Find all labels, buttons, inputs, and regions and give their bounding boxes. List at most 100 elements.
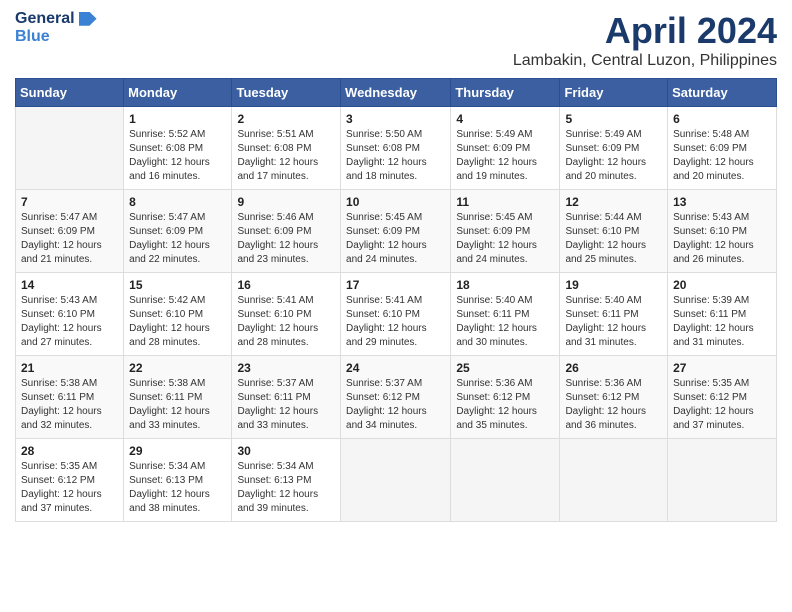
day-number: 10 xyxy=(346,195,445,209)
logo-general-text: General xyxy=(15,10,75,28)
day-info: Sunrise: 5:42 AM Sunset: 6:10 PM Dayligh… xyxy=(129,294,226,350)
day-info: Sunrise: 5:40 AM Sunset: 6:11 PM Dayligh… xyxy=(565,294,662,350)
day-info: Sunrise: 5:36 AM Sunset: 6:12 PM Dayligh… xyxy=(565,377,662,433)
table-row: 6 Sunrise: 5:48 AM Sunset: 6:09 PM Daylig… xyxy=(668,107,777,190)
table-row: 13 Sunrise: 5:43 AM Sunset: 6:10 PM Dayli… xyxy=(668,190,777,273)
day-info: Sunrise: 5:52 AM Sunset: 6:08 PM Dayligh… xyxy=(129,128,226,184)
day-info: Sunrise: 5:45 AM Sunset: 6:09 PM Dayligh… xyxy=(346,211,445,267)
calendar-week-row: 21Sunrise: 5:38 AM Sunset: 6:11 PM Dayli… xyxy=(16,356,777,439)
day-info: Sunrise: 5:38 AM Sunset: 6:11 PM Dayligh… xyxy=(129,377,226,433)
day-number: 22 xyxy=(129,361,226,375)
day-number: 2 xyxy=(237,112,335,126)
table-row: 4Sunrise: 5:49 AM Sunset: 6:09 PM Daylig… xyxy=(451,107,560,190)
day-info: Sunrise: 5:34 AM Sunset: 6:13 PM Dayligh… xyxy=(129,460,226,516)
table-row: 22 Sunrise: 5:38 AM Sunset: 6:11 PM Dayli… xyxy=(124,356,232,439)
calendar-header-row: SundayMondayTuesdayWednesdayThursdayFrid… xyxy=(16,79,777,107)
calendar-header-tuesday: Tuesday xyxy=(232,79,341,107)
table-row: 11Sunrise: 5:45 AM Sunset: 6:09 PM Dayli… xyxy=(451,190,560,273)
day-number: 8 xyxy=(129,195,226,209)
table-row: 28 Sunrise: 5:35 AM Sunset: 6:12 PM Dayli… xyxy=(16,439,124,522)
table-row: 7Sunrise: 5:47 AM Sunset: 6:09 PM Daylig… xyxy=(16,190,124,273)
table-row: 25 Sunrise: 5:36 AM Sunset: 6:12 PM Dayli… xyxy=(451,356,560,439)
day-info: Sunrise: 5:43 AM Sunset: 6:10 PM Dayligh… xyxy=(21,294,118,350)
day-number: 17 xyxy=(346,278,445,292)
table-row: 23 Sunrise: 5:37 AM Sunset: 6:11 PM Dayli… xyxy=(232,356,341,439)
calendar-header-saturday: Saturday xyxy=(668,79,777,107)
calendar-header-monday: Monday xyxy=(124,79,232,107)
day-info: Sunrise: 5:35 AM Sunset: 6:12 PM Dayligh… xyxy=(673,377,771,433)
day-number: 1 xyxy=(129,112,226,126)
table-row xyxy=(560,439,668,522)
table-row xyxy=(451,439,560,522)
day-number: 19 xyxy=(565,278,662,292)
logo-icon xyxy=(79,12,97,26)
day-info: Sunrise: 5:40 AM Sunset: 6:11 PM Dayligh… xyxy=(456,294,554,350)
day-number: 26 xyxy=(565,361,662,375)
day-number: 6 xyxy=(673,112,771,126)
calendar-week-row: 1 Sunrise: 5:52 AM Sunset: 6:08 PM Daylig… xyxy=(16,107,777,190)
table-row xyxy=(668,439,777,522)
table-row: 15 Sunrise: 5:42 AM Sunset: 6:10 PM Dayli… xyxy=(124,273,232,356)
day-number: 5 xyxy=(565,112,662,126)
calendar-week-row: 14 Sunrise: 5:43 AM Sunset: 6:10 PM Dayli… xyxy=(16,273,777,356)
day-info: Sunrise: 5:39 AM Sunset: 6:11 PM Dayligh… xyxy=(673,294,771,350)
day-info: Sunrise: 5:50 AM Sunset: 6:08 PM Dayligh… xyxy=(346,128,445,184)
table-row: 5Sunrise: 5:49 AM Sunset: 6:09 PM Daylig… xyxy=(560,107,668,190)
day-number: 3 xyxy=(346,112,445,126)
day-info: Sunrise: 5:43 AM Sunset: 6:10 PM Dayligh… xyxy=(673,211,771,267)
table-row: 17 Sunrise: 5:41 AM Sunset: 6:10 PM Dayli… xyxy=(341,273,451,356)
day-info: Sunrise: 5:48 AM Sunset: 6:09 PM Dayligh… xyxy=(673,128,771,184)
logo-blue-text: Blue xyxy=(15,28,50,46)
table-row: 1 Sunrise: 5:52 AM Sunset: 6:08 PM Daylig… xyxy=(124,107,232,190)
day-number: 11 xyxy=(456,195,554,209)
day-number: 13 xyxy=(673,195,771,209)
day-info: Sunrise: 5:51 AM Sunset: 6:08 PM Dayligh… xyxy=(237,128,335,184)
table-row: 16Sunrise: 5:41 AM Sunset: 6:10 PM Dayli… xyxy=(232,273,341,356)
day-info: Sunrise: 5:37 AM Sunset: 6:12 PM Dayligh… xyxy=(346,377,445,433)
table-row: 8Sunrise: 5:47 AM Sunset: 6:09 PM Daylig… xyxy=(124,190,232,273)
calendar-header-friday: Friday xyxy=(560,79,668,107)
table-row: 30 Sunrise: 5:34 AM Sunset: 6:13 PM Dayli… xyxy=(232,439,341,522)
day-info: Sunrise: 5:35 AM Sunset: 6:12 PM Dayligh… xyxy=(21,460,118,516)
day-info: Sunrise: 5:44 AM Sunset: 6:10 PM Dayligh… xyxy=(565,211,662,267)
calendar-table: SundayMondayTuesdayWednesdayThursdayFrid… xyxy=(15,78,777,522)
title-section: April 2024 Lambakin, Central Luzon, Phil… xyxy=(513,10,777,70)
day-number: 16 xyxy=(237,278,335,292)
calendar-week-row: 7Sunrise: 5:47 AM Sunset: 6:09 PM Daylig… xyxy=(16,190,777,273)
table-row: 21Sunrise: 5:38 AM Sunset: 6:11 PM Dayli… xyxy=(16,356,124,439)
day-number: 30 xyxy=(237,444,335,458)
day-number: 14 xyxy=(21,278,118,292)
table-row: 2 Sunrise: 5:51 AM Sunset: 6:08 PM Daylig… xyxy=(232,107,341,190)
table-row: 24 Sunrise: 5:37 AM Sunset: 6:12 PM Dayli… xyxy=(341,356,451,439)
day-number: 23 xyxy=(237,361,335,375)
day-number: 4 xyxy=(456,112,554,126)
day-number: 27 xyxy=(673,361,771,375)
table-row: 3 Sunrise: 5:50 AM Sunset: 6:08 PM Daylig… xyxy=(341,107,451,190)
day-number: 20 xyxy=(673,278,771,292)
table-row xyxy=(341,439,451,522)
calendar-header-wednesday: Wednesday xyxy=(341,79,451,107)
day-number: 25 xyxy=(456,361,554,375)
day-info: Sunrise: 5:47 AM Sunset: 6:09 PM Dayligh… xyxy=(21,211,118,267)
day-number: 15 xyxy=(129,278,226,292)
day-info: Sunrise: 5:36 AM Sunset: 6:12 PM Dayligh… xyxy=(456,377,554,433)
day-info: Sunrise: 5:41 AM Sunset: 6:10 PM Dayligh… xyxy=(346,294,445,350)
table-row xyxy=(16,107,124,190)
day-number: 28 xyxy=(21,444,118,458)
day-info: Sunrise: 5:37 AM Sunset: 6:11 PM Dayligh… xyxy=(237,377,335,433)
table-row: 26 Sunrise: 5:36 AM Sunset: 6:12 PM Dayli… xyxy=(560,356,668,439)
table-row: 20 Sunrise: 5:39 AM Sunset: 6:11 PM Dayli… xyxy=(668,273,777,356)
day-number: 9 xyxy=(237,195,335,209)
day-info: Sunrise: 5:38 AM Sunset: 6:11 PM Dayligh… xyxy=(21,377,118,433)
table-row: 10 Sunrise: 5:45 AM Sunset: 6:09 PM Dayli… xyxy=(341,190,451,273)
calendar-header-sunday: Sunday xyxy=(16,79,124,107)
table-row: 27 Sunrise: 5:35 AM Sunset: 6:12 PM Dayli… xyxy=(668,356,777,439)
day-number: 18 xyxy=(456,278,554,292)
day-number: 24 xyxy=(346,361,445,375)
table-row: 12Sunrise: 5:44 AM Sunset: 6:10 PM Dayli… xyxy=(560,190,668,273)
month-title: April 2024 xyxy=(513,10,777,52)
day-info: Sunrise: 5:34 AM Sunset: 6:13 PM Dayligh… xyxy=(237,460,335,516)
page-header: General Blue April 2024 Lambakin, Centra… xyxy=(15,10,777,70)
day-info: Sunrise: 5:46 AM Sunset: 6:09 PM Dayligh… xyxy=(237,211,335,267)
table-row: 14 Sunrise: 5:43 AM Sunset: 6:10 PM Dayli… xyxy=(16,273,124,356)
